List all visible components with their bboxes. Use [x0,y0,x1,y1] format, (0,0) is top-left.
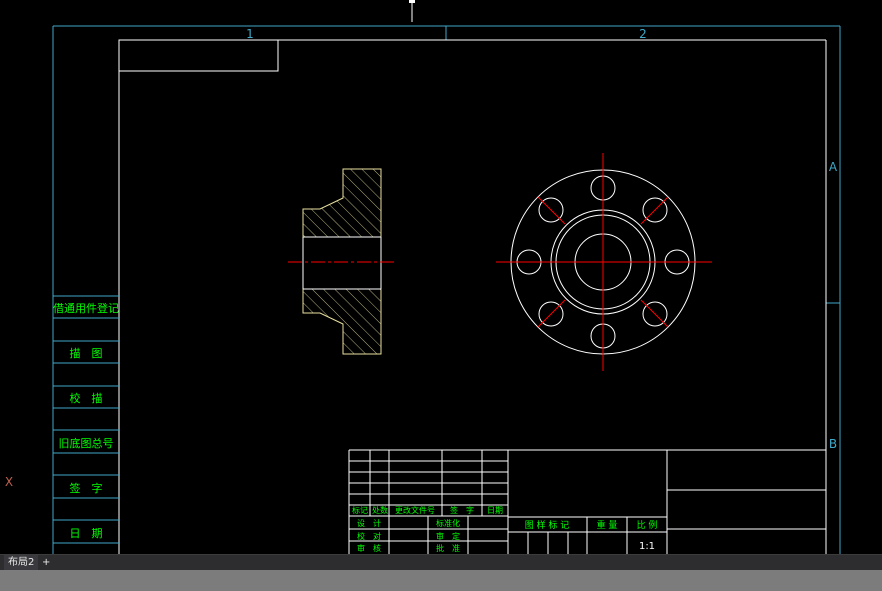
tab-layout2[interactable]: 布局2 [4,555,39,570]
side-table-cell: 校 描 [70,391,103,405]
zone-label-b: B [829,437,837,451]
status-bar [0,570,882,591]
signature-row-right: 批 准 [436,543,460,553]
signature-row-right: 审 定 [436,531,460,541]
inner-border [118,39,827,554]
drawing-canvas[interactable]: 1 2 A B 借通用件登记 描 图 校 描 旧底图总号 签 字 日 期 X 标… [0,0,882,554]
zone-label-1: 1 [246,27,254,41]
drawing-viewport[interactable]: 1 2 A B 借通用件登记 描 图 校 描 旧底图总号 签 字 日 期 X 标… [0,0,882,554]
revision-header: 日期 [487,506,503,515]
front-centerlines [496,153,712,371]
outer-frame [52,25,841,554]
signature-row-right: 标准化 [436,518,460,528]
side-table [53,295,119,544]
drawing-mark-label: 图 样 标 记 [525,519,570,531]
signature-row: 校 对 [357,531,381,541]
section-view[interactable] [288,168,396,355]
revision-header: 标记 [352,505,368,515]
ucs-x-icon: X [5,475,13,489]
signature-row: 审 核 [357,543,381,553]
title-block [348,449,826,554]
zone-label-2: 2 [639,27,647,41]
side-table-cell: 描 图 [70,346,103,360]
side-table-cell: 签 字 [70,481,103,495]
side-table-cell: 日 期 [70,527,103,540]
side-table-cell: 旧底图总号 [59,436,114,450]
side-table-cell: 借通用件登记 [53,301,119,315]
zone-label-a: A [829,160,838,174]
signature-row: 设 计 [357,518,381,528]
weight-label: 重 量 [597,519,618,531]
layout-tab-bar: 布局2 + [0,554,882,570]
cursor-box [409,0,415,3]
scale-value: 1:1 [639,541,655,552]
revision-header: 处数 [372,505,388,515]
revision-header: 签 字 [450,505,474,515]
add-layout-button[interactable]: + [38,555,54,570]
scale-label: 比 例 [637,519,658,531]
revision-header: 更改文件号 [395,505,435,515]
